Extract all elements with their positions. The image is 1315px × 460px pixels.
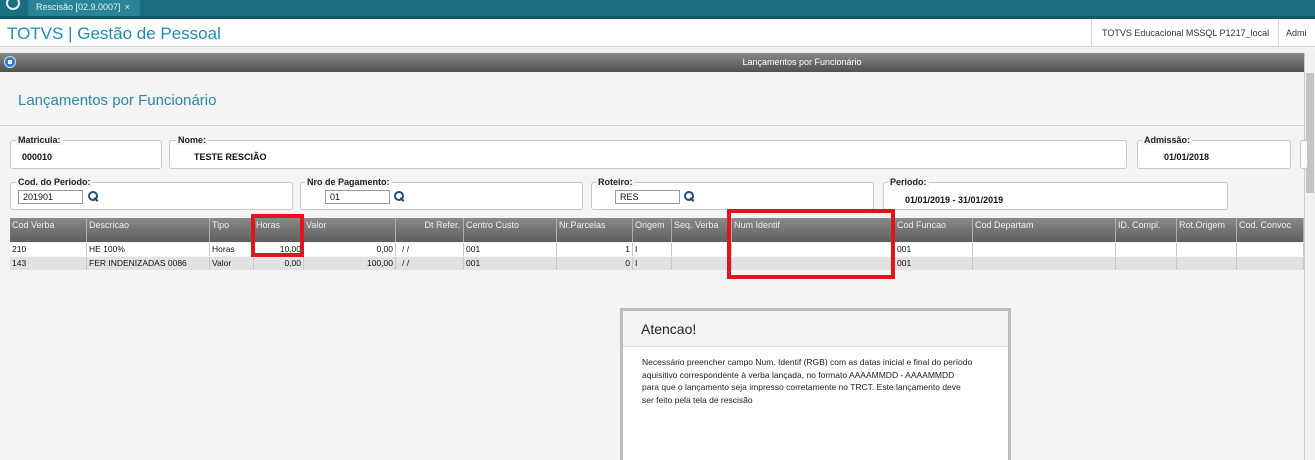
col-cod-convoc[interactable]: Cod. Convoc <box>1237 218 1304 242</box>
tab-rescisao[interactable]: Rescisão [02.9.0007] × <box>28 0 140 16</box>
col-tipo[interactable]: Tipo <box>210 218 254 242</box>
app-header: TOTVS | Gestão de Pessoal TOTVS Educacio… <box>0 19 1315 47</box>
divider <box>0 125 1304 126</box>
cell-rot-origem <box>1177 257 1237 270</box>
cell-descricao: HE 100% <box>87 243 210 256</box>
cod-periodo-input[interactable]: 201901 <box>18 190 83 204</box>
col-rot-origem[interactable]: Rot.Origem <box>1177 218 1237 242</box>
cell-cod-departam <box>973 243 1116 256</box>
col-nr-parcelas[interactable]: Nr.Parcelas <box>557 218 633 242</box>
cell-nr-parcelas: 0 <box>557 257 633 270</box>
col-valor[interactable]: Valor <box>304 218 396 242</box>
col-seq-verba[interactable]: Seq. Verba <box>672 218 732 242</box>
dialog-message-line: ser feito pela tela de rescisão <box>642 394 753 405</box>
page-title: Lançamentos por Funcionário <box>18 92 217 109</box>
roteiro-input[interactable]: RES <box>615 190 680 204</box>
dialog-title: Atencao! <box>623 311 1008 347</box>
col-centro-custo[interactable]: Centro Custo <box>464 218 557 242</box>
scrollbar-thumb[interactable] <box>1306 73 1314 193</box>
cell-centro-custo: 001 <box>464 243 557 256</box>
cell-cod-funcao: 001 <box>895 257 973 270</box>
close-tab-icon[interactable]: × <box>125 2 130 12</box>
search-icon[interactable] <box>88 191 99 202</box>
environment-label[interactable]: TOTVS Educacional MSSQL P1217_local <box>1091 19 1269 47</box>
cell-cod-departam <box>973 257 1116 270</box>
cell-cod-verba: 143 <box>10 257 87 270</box>
table-row[interactable]: 210 HE 100% Horas 10,00 0,00 / / 001 1 I… <box>10 243 1304 256</box>
nome-label: Nome: <box>176 135 209 145</box>
col-origem[interactable]: Origem <box>633 218 672 242</box>
col-cod-departam[interactable]: Cod Departam <box>973 218 1116 242</box>
vertical-scrollbar[interactable] <box>1304 53 1315 460</box>
highlight-num-identif-column <box>727 209 895 279</box>
admissao-label: Admissão: <box>1142 135 1193 145</box>
cell-dt-refer: / / <box>396 243 464 256</box>
col-dt-refer[interactable]: Dt Refer. <box>396 218 464 242</box>
cell-id-compl <box>1116 243 1177 256</box>
dialog-message-line: Necessário preencher campo Num. Identif … <box>642 357 973 367</box>
col-cod-funcao[interactable]: Cod Funcao <box>895 218 973 242</box>
table-row[interactable]: 143 FER INDENIZADAS 0086 Valor 0,00 100,… <box>10 257 1304 270</box>
cell-origem: I <box>633 243 672 256</box>
matricula-value: 000010 <box>22 152 53 162</box>
cell-seq-verba <box>672 243 732 256</box>
cell-tipo: Horas <box>210 243 254 256</box>
window-titlebar: Lançamentos por Funcionário <box>0 53 1304 72</box>
col-id-compl[interactable]: ID. Compl. <box>1116 218 1177 242</box>
cell-cod-convoc <box>1237 257 1304 270</box>
cell-id-compl <box>1116 257 1177 270</box>
matricula-label: Matricula: <box>16 135 63 145</box>
cell-cod-convoc <box>1237 243 1304 256</box>
dialog-message-line: aquisitivo correspondente à verba lançad… <box>642 369 955 380</box>
cell-dt-refer: / / <box>396 257 464 270</box>
cell-valor: 100,00 <box>304 257 396 270</box>
window-title: Lançamentos por Funcionário <box>742 57 862 67</box>
col-descricao[interactable]: Descricao <box>87 218 210 242</box>
periodo-label: Periodo: <box>888 177 929 187</box>
cell-valor: 0,00 <box>304 243 396 256</box>
top-navigation-bar: Rescisão [02.9.0007] × <box>0 0 1315 19</box>
search-icon[interactable] <box>684 191 695 202</box>
cell-cod-funcao: 001 <box>895 243 973 256</box>
extra-field <box>1300 140 1308 169</box>
roteiro-label: Roteiro: <box>596 177 635 187</box>
col-cod-verba[interactable]: Cod Verba <box>10 218 87 242</box>
cell-horas: 0,00 <box>254 257 304 270</box>
user-menu[interactable]: Admi <box>1278 19 1315 47</box>
nro-pagamento-input[interactable]: 01 <box>325 190 390 204</box>
grid-header: Cod Verba Descricao Tipo Horas Valor Dt … <box>10 218 1304 242</box>
cell-tipo: Valor <box>210 257 254 270</box>
tab-label: Rescisão [02.9.0007] <box>36 2 121 12</box>
cell-seq-verba <box>672 257 732 270</box>
highlight-horas-column <box>251 214 304 257</box>
dialog-message: Necessário preencher campo Num. Identif … <box>642 356 1002 406</box>
cod-periodo-label: Cod. do Periodo: <box>16 177 93 187</box>
cell-rot-origem <box>1177 243 1237 256</box>
nro-pagamento-label: Nro de Pagamento: <box>305 177 392 187</box>
cell-nr-parcelas: 1 <box>557 243 633 256</box>
periodo-value: 01/01/2019 - 31/01/2019 <box>905 195 1004 205</box>
nome-value: TESTE RESCIÃO <box>194 152 267 162</box>
app-brand: TOTVS | Gestão de Pessoal <box>7 24 221 43</box>
cell-descricao: FER INDENIZADAS 0086 <box>87 257 210 270</box>
home-icon[interactable] <box>6 0 20 10</box>
nome-field <box>169 140 1127 169</box>
attention-dialog: Atencao! Necessário preencher campo Num.… <box>620 308 1011 460</box>
dialog-message-line: para que o lançamento seja impresso corr… <box>642 382 961 392</box>
search-icon[interactable] <box>394 191 405 202</box>
cell-centro-custo: 001 <box>464 257 557 270</box>
cell-cod-verba: 210 <box>10 243 87 256</box>
admissao-value: 01/01/2018 <box>1164 152 1210 162</box>
cell-origem: I <box>633 257 672 270</box>
